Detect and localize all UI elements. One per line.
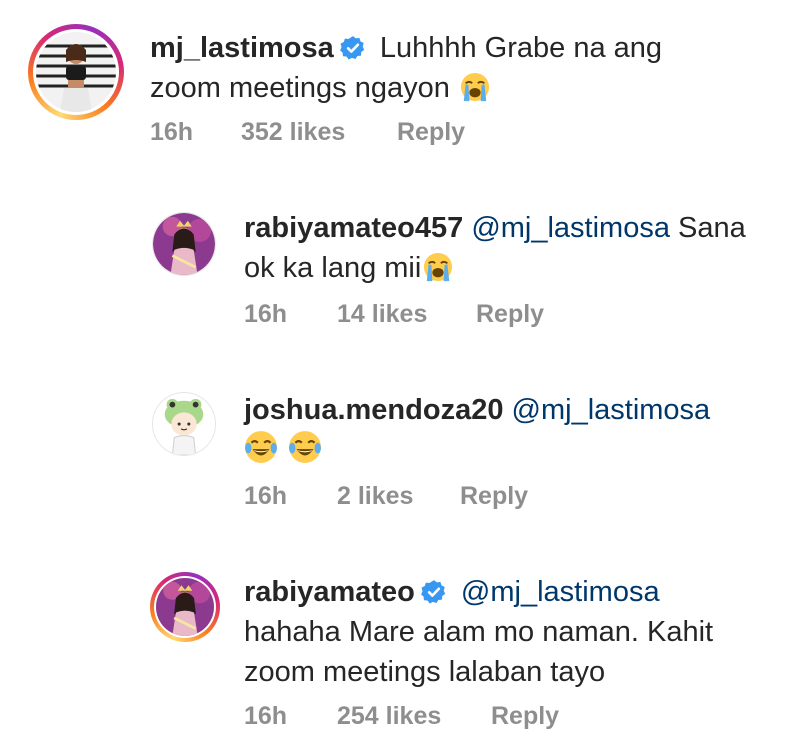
comment-text: Luhhhh Grabe na ang [379,32,663,64]
avatar[interactable] [28,24,124,120]
comment-username[interactable]: mj_lastimosa [150,32,334,64]
comment-likes[interactable]: 254 likes [337,702,491,731]
comment-time: 16h [244,702,288,730]
verified-badge-icon [339,36,364,60]
loudly-crying-face-icon [460,72,489,102]
comment-text: Sana [678,212,746,244]
face-with-tears-of-joy-icon [245,431,277,463]
reply-button[interactable]: Reply [491,702,559,731]
verified-badge-icon [420,580,446,604]
reply-button[interactable]: Reply [397,118,465,147]
face-with-tears-of-joy-icon [289,431,321,463]
comment-time: 16h [244,482,288,510]
avatar[interactable] [152,212,216,276]
comment-likes[interactable]: 2 likes [337,482,460,511]
comment-likes[interactable]: 14 likes [337,300,476,329]
comment-text: hahaha Mare alam mo naman. Kahit [244,616,714,648]
mention-link[interactable]: @mj_lastimosa [471,212,670,244]
avatar[interactable] [152,392,216,456]
comment-username[interactable]: rabiyamateo457 [244,212,463,244]
profile-photo-icon [156,578,214,636]
comment-text-line2: ok ka lang mii [244,252,422,284]
avatar[interactable] [150,572,220,642]
mention-link[interactable]: @mj_lastimosa [512,394,711,426]
reply-button[interactable]: Reply [476,300,544,329]
comment-text-line2: zoom meetings ngayon [150,72,450,104]
profile-photo-icon [153,393,215,455]
comment-time: 16h [150,118,194,146]
loudly-crying-face-icon [424,252,453,282]
comment-username[interactable]: joshua.mendoza20 [244,394,503,426]
comment-time: 16h [244,300,288,328]
mention-link[interactable]: @mj_lastimosa [461,576,660,608]
profile-photo-icon [36,32,116,112]
comment-likes[interactable]: 352 likes [241,118,397,147]
reply-button[interactable]: Reply [460,482,528,511]
profile-photo-icon [153,213,215,275]
comment-text-line2: zoom meetings lalaban tayo [244,656,606,688]
comment-username[interactable]: rabiyamateo [244,576,415,608]
